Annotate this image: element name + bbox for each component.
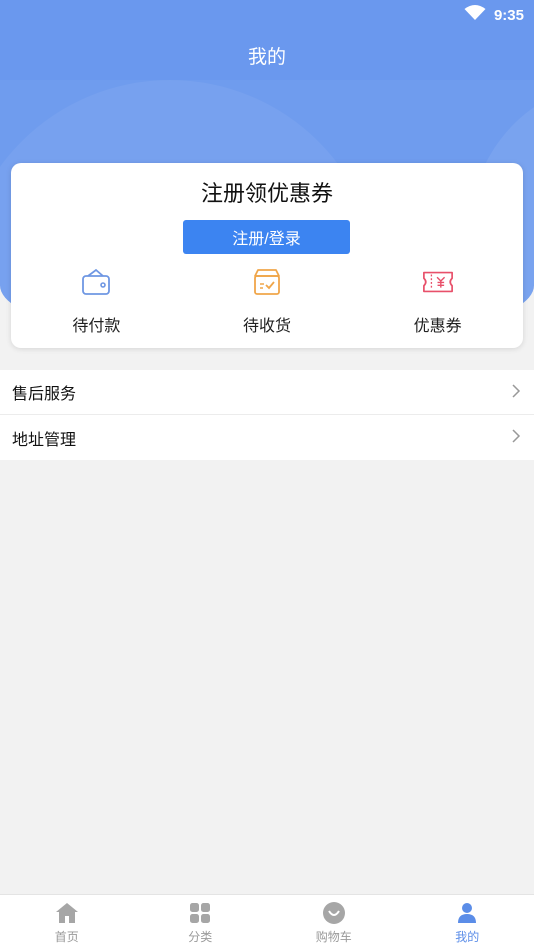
tab-label: 购物车	[315, 929, 352, 944]
shortcut-pending-delivery[interactable]: 待收货	[182, 266, 353, 336]
tab-label: 首页	[54, 929, 79, 944]
coupon-icon	[422, 266, 454, 298]
promo-title: 注册领优惠券	[200, 182, 333, 207]
status-bar: 9:35	[0, 0, 534, 30]
shortcut-label: 待付款	[72, 316, 121, 335]
chevron-right-icon	[510, 383, 522, 402]
tab-label: 分类	[188, 929, 213, 944]
bottom-tab-bar: 首页 分类 购物车 我的	[0, 894, 534, 949]
shortcut-label: 待收货	[243, 316, 292, 335]
status-time: 9:35	[493, 6, 524, 24]
promo-card: 注册领优惠券 注册/登录 待付款 待收货 优惠券	[11, 163, 523, 348]
page-title: 我的	[247, 46, 286, 68]
shortcut-pending-payment[interactable]: 待付款	[11, 266, 182, 336]
wallet-icon	[80, 266, 112, 298]
tab-cart[interactable]: 购物车	[267, 895, 401, 949]
shortcut-label: 优惠券	[413, 316, 462, 335]
cart-icon	[321, 900, 347, 926]
menu-item-label: 售后服务	[12, 384, 77, 403]
user-icon	[454, 900, 480, 926]
tab-category[interactable]: 分类	[134, 895, 268, 949]
app-root: 9:35 我的 注册领优惠券 注册/登录 待付款 待收货 优惠券 售后服务 地址…	[0, 0, 534, 949]
tab-mine[interactable]: 我的	[401, 895, 534, 949]
grid-icon	[187, 900, 213, 926]
package-icon	[251, 266, 283, 298]
tab-home[interactable]: 首页	[0, 895, 134, 949]
register-login-button[interactable]: 注册/登录	[183, 220, 350, 254]
wifi-icon	[464, 5, 486, 25]
menu-item-address[interactable]: 地址管理	[0, 415, 534, 460]
shortcut-coupons[interactable]: 优惠券	[352, 266, 523, 336]
home-icon	[54, 900, 80, 926]
menu-item-after-sales[interactable]: 售后服务	[0, 370, 534, 415]
order-shortcuts: 待付款 待收货 优惠券	[11, 266, 523, 336]
tab-label: 我的	[455, 929, 480, 944]
chevron-right-icon	[510, 428, 522, 447]
menu-item-label: 地址管理	[12, 429, 77, 449]
menu-list: 售后服务 地址管理	[0, 370, 534, 460]
